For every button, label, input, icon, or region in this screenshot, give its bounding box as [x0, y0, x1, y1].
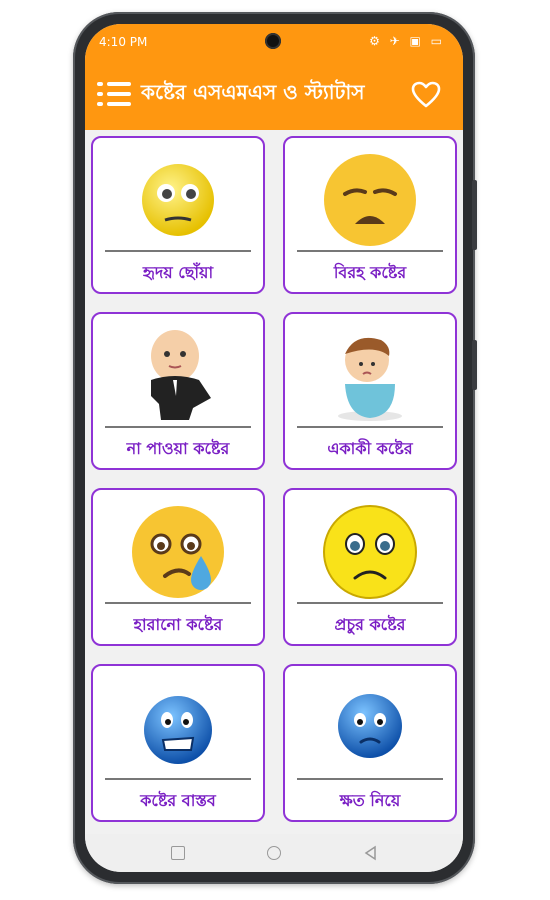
card-label: কষ্টের বাস্তব [140, 791, 216, 810]
card-label: বিরহ কষ্টের [333, 263, 407, 282]
sad-blue-face-icon [338, 694, 402, 758]
home-button[interactable] [267, 846, 281, 860]
category-card[interactable]: কষ্টের বাস্তব [91, 664, 265, 822]
heart-icon[interactable] [411, 80, 441, 110]
divider [297, 778, 443, 780]
card-label: একাকী কষ্টের [327, 439, 413, 458]
category-card[interactable]: হৃদয় ছোঁয়া [91, 136, 265, 294]
divider [297, 250, 443, 252]
system-navigation-bar [85, 834, 463, 872]
crying-face-icon [132, 506, 224, 598]
divider [105, 250, 251, 252]
divider [297, 602, 443, 604]
divider [105, 602, 251, 604]
divider [105, 778, 251, 780]
category-card[interactable]: বিরহ কষ্টের [283, 136, 457, 294]
volume-button [472, 180, 477, 250]
card-label: ক্ষত নিয়ে [339, 791, 401, 810]
boss-baby-icon [151, 330, 211, 420]
card-label: প্রচুর কষ্টের [334, 615, 406, 634]
category-card[interactable]: ক্ষত নিয়ে [283, 664, 457, 822]
divider [105, 426, 251, 428]
screen: 4:10 PM ⚙ ✈ ▣ ▭ কষ্টের এসএমএস ও স্ট্যাটা… [85, 24, 463, 872]
front-camera [265, 33, 281, 49]
disappointed-face-icon [324, 154, 416, 246]
card-label: না পাওয়া কষ্টের [126, 439, 230, 458]
worried-face-icon [142, 164, 214, 236]
category-card[interactable]: প্রচুর কষ্টের [283, 488, 457, 646]
category-card[interactable]: না পাওয়া কষ্টের [91, 312, 265, 470]
status-time: 4:10 PM [99, 35, 148, 49]
grimacing-blue-face-icon [144, 696, 212, 764]
recent-apps-button[interactable] [171, 846, 185, 860]
menu-icon[interactable] [97, 80, 131, 108]
divider [297, 426, 443, 428]
category-card[interactable]: একাকী কষ্টের [283, 312, 457, 470]
category-card[interactable]: হারানো কষ্টের [91, 488, 265, 646]
app-header: 4:10 PM ⚙ ✈ ▣ ▭ কষ্টের এসএমএস ও স্ট্যাটা… [85, 24, 463, 130]
power-button [472, 340, 477, 390]
back-icon[interactable] [363, 845, 377, 861]
card-label: হৃদয় ছোঁয়া [142, 263, 214, 282]
app-title: কষ্টের এসএমএস ও স্ট্যাটাস [141, 80, 365, 104]
status-icons: ⚙ ✈ ▣ ▭ [369, 34, 445, 48]
sad-child-icon [338, 337, 402, 421]
teary-face-icon [323, 505, 417, 599]
card-label: হারানো কষ্টের [133, 615, 223, 634]
